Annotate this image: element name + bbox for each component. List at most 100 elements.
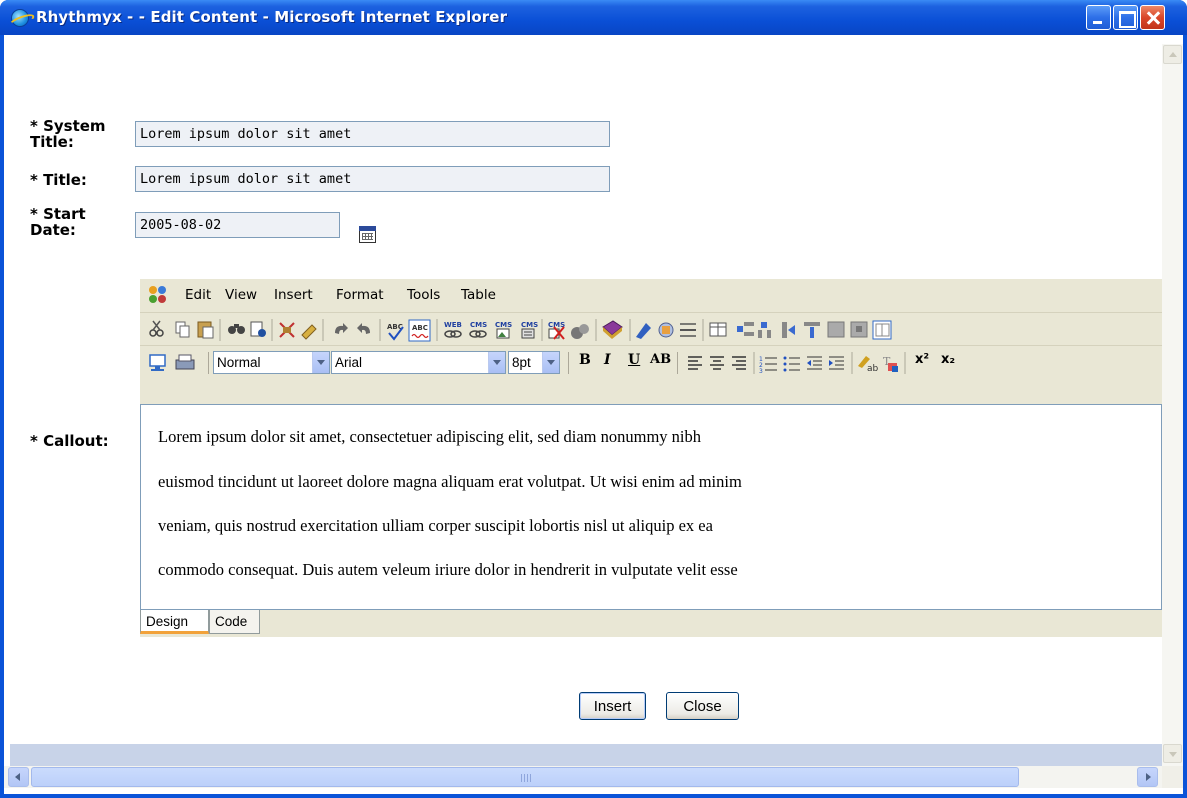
highlight-color-icon[interactable]: ab xyxy=(858,356,879,374)
italic-button[interactable]: I xyxy=(604,352,611,368)
close-window-button[interactable] xyxy=(1140,5,1165,30)
insert-object-icon[interactable] xyxy=(658,322,674,338)
font-select-value: Arial xyxy=(335,355,363,370)
scrollbar-corner xyxy=(1162,766,1183,788)
copy-icon[interactable] xyxy=(175,321,190,338)
menu-insert[interactable]: Insert xyxy=(274,287,313,303)
toolbar-separator xyxy=(568,352,569,374)
paste-icon[interactable] xyxy=(197,321,214,339)
menu-view[interactable]: View xyxy=(225,287,257,303)
split-cells-icon[interactable] xyxy=(804,322,820,338)
replace-icon[interactable] xyxy=(250,321,266,337)
scroll-right-icon[interactable] xyxy=(1137,767,1158,787)
spellcheck-icon[interactable]: ABC xyxy=(387,323,404,341)
insert-column-icon[interactable] xyxy=(758,322,771,338)
start-date-field[interactable]: 2005-08-02 xyxy=(135,212,340,238)
find-icon[interactable] xyxy=(228,324,245,334)
cms-remove-link-icon[interactable]: CMS xyxy=(548,321,565,340)
maximize-button[interactable] xyxy=(1113,5,1138,30)
table-toggle-icon[interactable] xyxy=(872,320,892,340)
horizontal-rule-icon[interactable] xyxy=(680,323,696,337)
insert-hyperlink-icon[interactable] xyxy=(636,323,651,339)
book-icon[interactable] xyxy=(602,320,623,339)
merge-cells-icon[interactable] xyxy=(782,322,795,338)
table-properties-icon[interactable] xyxy=(827,321,845,338)
align-right-icon[interactable] xyxy=(732,356,746,370)
editor-toolbar-1: ABC ABC WEB CMS CMS CMS CMS xyxy=(140,312,1162,345)
menu-edit[interactable]: Edit xyxy=(185,287,211,303)
redo-icon[interactable] xyxy=(357,323,370,334)
calendar-icon[interactable] xyxy=(359,226,376,243)
system-title-field[interactable]: Lorem ipsum dolor sit amet xyxy=(135,121,610,147)
title-bar[interactable]: Rhythmyx - - Edit Content - Microsoft In… xyxy=(0,0,1187,35)
scroll-grip-icon xyxy=(521,774,531,782)
svg-text:ab: ab xyxy=(867,364,879,374)
insert-button[interactable]: Insert xyxy=(579,692,646,720)
insert-table-icon[interactable] xyxy=(709,322,727,337)
size-select[interactable]: 8pt xyxy=(508,351,560,374)
indent-icon[interactable] xyxy=(829,356,844,370)
scroll-up-icon[interactable] xyxy=(1163,45,1182,64)
subscript-button[interactable]: x₂ xyxy=(941,352,955,367)
page-content: * System Title: Lorem ipsum dolor sit am… xyxy=(10,44,1162,744)
content-line: commodo consequat. Duis autem veleum iri… xyxy=(158,560,738,579)
tab-code[interactable]: Code xyxy=(209,610,260,634)
toolbar-1-icons: ABC ABC WEB CMS CMS CMS CMS xyxy=(149,319,892,342)
cut-icon[interactable] xyxy=(149,320,164,337)
cms-variant-icon[interactable]: CMS xyxy=(521,321,538,339)
window-title: Rhythmyx - - Edit Content - Microsoft In… xyxy=(36,8,508,26)
menu-tools[interactable]: Tools xyxy=(407,287,440,303)
cell-properties-icon[interactable] xyxy=(850,321,868,338)
align-center-icon[interactable] xyxy=(710,356,724,370)
system-title-label: * System Title: xyxy=(30,118,106,150)
callout-label: * Callout: xyxy=(30,432,109,450)
insert-row-icon[interactable] xyxy=(737,322,754,336)
font-select[interactable]: Arial xyxy=(331,351,506,374)
editor-toolbar-2: Normal Arial 8pt B I U AB 1 2 3 ab T x² … xyxy=(140,345,1162,378)
title-field[interactable]: Lorem ipsum dolor sit amet xyxy=(135,166,610,192)
close-button[interactable]: Close xyxy=(666,692,739,720)
numbered-list-icon[interactable]: 123 xyxy=(759,356,777,375)
underline-button[interactable]: U xyxy=(628,352,640,368)
chevron-down-icon[interactable] xyxy=(488,352,505,373)
start-date-label-line2: Date: xyxy=(30,221,76,239)
editor-content-area[interactable]: Lorem ipsum dolor sit amet, consectetuer… xyxy=(140,404,1162,610)
scroll-down-icon[interactable] xyxy=(1163,744,1182,763)
align-left-icon[interactable] xyxy=(688,356,702,370)
svg-text:ABC: ABC xyxy=(412,324,428,332)
chevron-down-icon[interactable] xyxy=(542,352,559,373)
cms-link-icon[interactable]: CMS xyxy=(469,321,487,338)
horizontal-scrollbar[interactable] xyxy=(4,766,1183,788)
strikethrough-button[interactable]: AB xyxy=(650,352,671,367)
font-color-icon[interactable]: T xyxy=(883,355,898,372)
undo-icon[interactable] xyxy=(335,323,348,334)
print-icon[interactable] xyxy=(175,354,195,370)
web-link-icon[interactable]: WEB xyxy=(444,321,462,338)
bulleted-list-icon[interactable] xyxy=(783,356,801,372)
chevron-down-icon[interactable] xyxy=(312,352,329,373)
title-label: * Title: xyxy=(30,171,87,189)
preview-icon[interactable] xyxy=(149,354,166,371)
spellcheck-as-you-type-icon[interactable]: ABC xyxy=(408,319,431,342)
menu-table[interactable]: Table xyxy=(461,287,496,303)
minimize-button[interactable] xyxy=(1086,5,1111,30)
clean-format-icon[interactable] xyxy=(279,322,295,338)
cms-image-icon[interactable]: CMS xyxy=(495,321,512,339)
horizontal-scroll-thumb[interactable] xyxy=(31,767,1019,787)
format-painter-icon[interactable] xyxy=(301,324,317,340)
scroll-left-icon[interactable] xyxy=(8,767,29,787)
tab-design[interactable]: Design xyxy=(140,610,209,634)
content-line: euismod tincidunt ut laoreet dolore magn… xyxy=(158,472,742,491)
superscript-button[interactable]: x² xyxy=(915,352,929,367)
svg-text:3: 3 xyxy=(759,368,763,375)
vertical-scrollbar[interactable] xyxy=(1162,44,1183,766)
menu-format[interactable]: Format xyxy=(336,287,384,303)
inline-template-icon[interactable] xyxy=(571,324,589,339)
rich-text-editor: Edit View Insert Format Tools Table ABC … xyxy=(140,279,1162,637)
toolbar-2-right-icons: 123 ab T xyxy=(688,352,906,375)
style-select[interactable]: Normal xyxy=(213,351,330,374)
outdent-icon[interactable] xyxy=(807,356,822,370)
start-date-label: * Start Date: xyxy=(30,206,86,238)
toolbar-separator xyxy=(677,352,678,374)
bold-button[interactable]: B xyxy=(579,352,591,368)
